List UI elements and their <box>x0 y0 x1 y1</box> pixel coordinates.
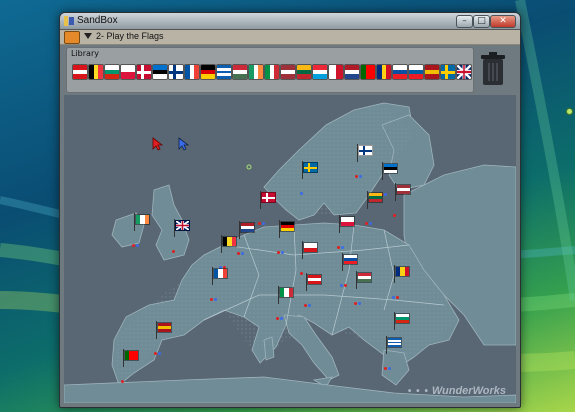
library-flag-slovakia[interactable] <box>392 64 408 80</box>
map-flag-romania[interactable] <box>392 265 410 299</box>
map-flag-poland[interactable] <box>337 215 355 249</box>
blue-player-cursor-icon <box>178 137 190 151</box>
map-flag-italy[interactable] <box>276 286 294 320</box>
map-flag-denmark[interactable] <box>258 191 276 225</box>
flag-library: Library <box>66 47 474 93</box>
library-flag-spain[interactable] <box>424 64 440 80</box>
map-flag-estonia[interactable] <box>380 162 398 196</box>
map-flag-netherlands[interactable] <box>237 221 255 255</box>
map-flag-ireland[interactable] <box>132 213 150 247</box>
library-flag-hungary[interactable] <box>232 64 248 80</box>
red-player-cursor-icon <box>152 137 164 151</box>
close-button[interactable]: ✕ <box>490 15 516 28</box>
library-flag-poland[interactable] <box>120 64 136 80</box>
library-flag-romania[interactable] <box>376 64 392 80</box>
window-title: SandBox <box>77 15 118 26</box>
library-flag-united-kingdom[interactable] <box>456 64 472 80</box>
library-flag-luxembourg[interactable] <box>312 64 328 80</box>
map-flag-czech-republic[interactable] <box>300 241 318 275</box>
library-flag-bulgaria[interactable] <box>104 64 120 80</box>
map-flag-united-kingdom[interactable] <box>172 219 190 253</box>
map-flag-finland[interactable] <box>355 144 373 178</box>
map-flag-lithuania[interactable] <box>365 191 383 225</box>
library-label: Library <box>71 49 99 58</box>
library-flag-france[interactable] <box>184 64 200 80</box>
library-flag-lithuania[interactable] <box>296 64 312 80</box>
map-flag-hungary[interactable] <box>354 271 372 305</box>
sandbox-window: SandBox – □ ✕ 2- Play the Flags Library <box>59 12 521 408</box>
library-flag-denmark[interactable] <box>136 64 152 80</box>
library-flag-malta[interactable] <box>328 64 344 80</box>
library-flag-estonia[interactable] <box>152 64 168 80</box>
library-flag-greece[interactable] <box>216 64 232 80</box>
library-flag-sweden[interactable] <box>440 64 456 80</box>
map-flag-belgium[interactable] <box>219 235 237 269</box>
map-flag-austria[interactable] <box>304 273 322 307</box>
folder-menu-icon[interactable] <box>64 31 80 44</box>
europe-map[interactable]: • • • WunderWorks <box>64 95 516 403</box>
maximize-button[interactable]: □ <box>473 15 490 28</box>
map-flag-latvia[interactable] <box>393 183 411 217</box>
library-flag-netherlands[interactable] <box>344 64 360 80</box>
trash-can-icon[interactable] <box>480 51 506 87</box>
app-icon <box>64 16 74 26</box>
library-flag-finland[interactable] <box>168 64 184 80</box>
map-flag-portugal[interactable] <box>121 349 139 383</box>
library-flag-portugal[interactable] <box>360 64 376 80</box>
level-selector[interactable]: 2- Play the Flags <box>96 31 164 41</box>
desktop-gadget-dot <box>566 108 573 115</box>
menu-bar: 2- Play the Flags <box>60 30 520 45</box>
map-flag-france[interactable] <box>210 267 228 301</box>
map-flag-greece[interactable] <box>384 336 402 370</box>
library-flag-slovenia[interactable] <box>408 64 424 80</box>
title-bar[interactable]: SandBox – □ ✕ <box>60 13 520 30</box>
library-flag-belgium[interactable] <box>88 64 104 80</box>
dropdown-arrow-icon[interactable] <box>84 33 92 39</box>
map-flag-slovakia[interactable] <box>340 253 358 287</box>
library-flag-germany[interactable] <box>200 64 216 80</box>
map-flag-bulgaria[interactable] <box>392 312 410 346</box>
wunderworks-logo: • • • WunderWorks <box>407 385 506 397</box>
minimize-button[interactable]: – <box>456 15 473 28</box>
library-flag-ireland[interactable] <box>248 64 264 80</box>
library-flag-austria[interactable] <box>72 64 88 80</box>
map-flag-spain[interactable] <box>154 321 172 355</box>
map-flag-germany[interactable] <box>277 220 295 254</box>
library-flag-italy[interactable] <box>264 64 280 80</box>
library-flag-latvia[interactable] <box>280 64 296 80</box>
map-flag-sweden[interactable] <box>300 161 318 195</box>
